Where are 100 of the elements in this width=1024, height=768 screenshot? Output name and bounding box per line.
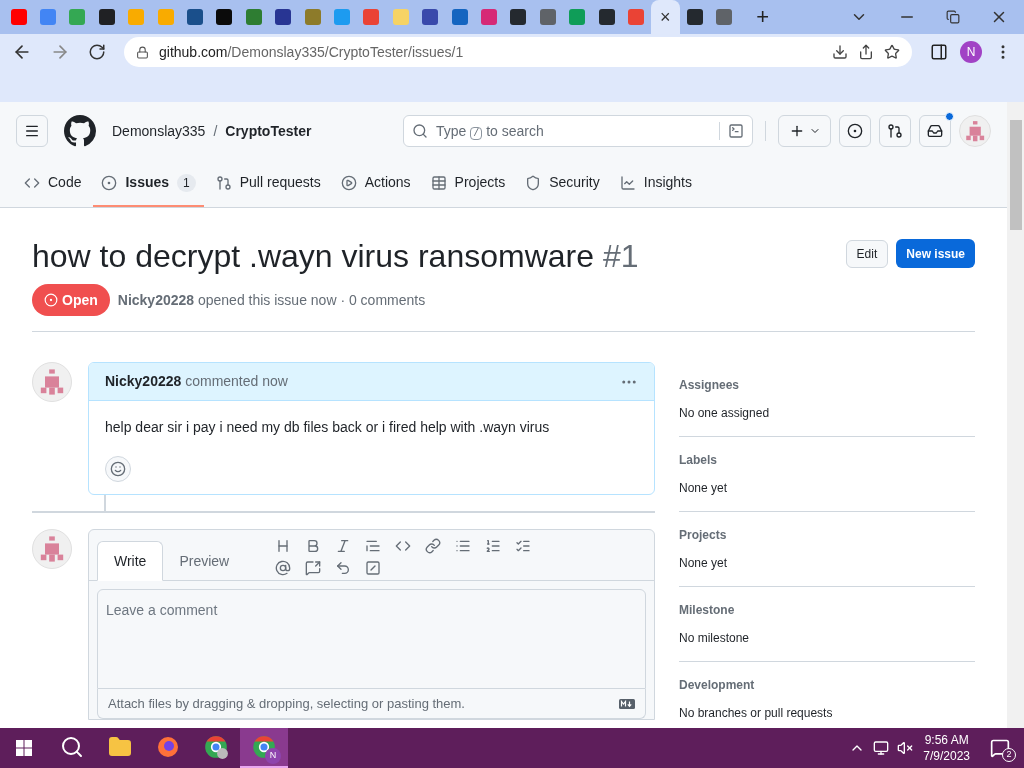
taskbar-app[interactable]: N [240,728,288,768]
issue-meta: Nicky20228 opened this issue now · 0 comments [117,290,426,310]
mention-icon[interactable] [275,560,292,576]
shield-icon [525,174,542,191]
quote-icon[interactable] [365,538,382,554]
sidebar-value: None yet [679,555,729,572]
address-field[interactable]: github.com/Demonslay335/CryptoTester/issues/1 [124,37,912,67]
repo-tab[interactable]: Code [16,160,90,207]
avatar-icon [959,115,991,147]
repo-tab[interactable]: Pull requests [207,160,329,207]
clock[interactable]: 9:56 AM 7/9/2023 [923,732,970,764]
notification-icon[interactable] [990,738,1010,758]
site-icon [392,9,409,25]
restore-icon[interactable] [946,10,960,24]
site-icon [40,9,57,25]
windows-logo-icon [16,740,32,756]
pull-request-icon [887,123,903,139]
site-icon [187,9,204,25]
comment-field[interactable]: Leave a comment [97,589,646,689]
code-icon[interactable] [395,538,412,554]
pull-request-icon [215,174,232,191]
edit-button[interactable]: Edit [845,240,889,268]
browser-tab[interactable]: × [650,0,680,34]
close-tab-glyph[interactable]: × [660,8,671,26]
repo-link[interactable]: CryptoTester [225,120,312,142]
site-icon [480,9,497,25]
share-icon[interactable] [858,44,874,60]
repo-tab[interactable]: Issues 1 [93,160,204,207]
sidebar-heading: Projects [679,527,728,544]
numbered-list-icon[interactable] [485,538,502,554]
link-icon[interactable] [425,538,442,554]
sidebar-heading: Assignees [679,377,741,394]
smiley-icon [110,461,126,477]
issue-title: how to decrypt .wayn virus ransomware #1 [32,237,640,276]
site-icon [363,9,380,25]
scrollbar[interactable] [1007,102,1024,728]
menu-button[interactable] [16,115,48,147]
sidebar-heading: Development [679,677,756,694]
network-icon[interactable] [873,740,890,756]
slash-command-icon[interactable] [365,560,382,576]
reference-icon[interactable] [305,560,322,576]
site-icon [245,9,262,25]
repo-tab[interactable]: Projects [422,160,514,207]
site-icon [510,9,527,25]
issue-icon [847,123,863,139]
site-icon [422,9,439,25]
site-icon [716,9,733,25]
markdown-icon [619,698,635,709]
repo-tab[interactable]: Actions [332,160,419,207]
inbox-button[interactable] [919,115,951,147]
lock-icon [136,45,149,59]
reaction-button[interactable] [105,456,131,482]
reload-icon[interactable] [88,43,106,61]
site-icon [686,9,703,25]
url-text: github.com/Demonslay335/CryptoTester/issues/1 [159,42,465,62]
bookmark-star-icon[interactable] [884,44,900,60]
profile-avatar[interactable]: N [960,41,982,63]
chrome-icon [203,734,229,760]
site-icon [451,9,468,25]
search-icon [412,123,428,139]
issue-icon [101,174,118,191]
attach-hint: Attach files by dragging & dropping, selecting or pasting them. [108,694,466,713]
muted-speaker-icon[interactable] [897,740,914,756]
table-icon [430,174,447,191]
sidebar-value: No branches or pull requests [679,705,834,722]
new-tab-button[interactable]: + [750,6,775,28]
sidebar-heading: Milestone [679,602,736,619]
firefox-icon [156,735,180,759]
bulleted-list-icon[interactable] [455,538,472,554]
search-field[interactable]: Type / to search [403,115,753,147]
owner-link[interactable]: Demonslay335 [112,120,206,142]
site-icon [539,9,556,25]
site-icon [304,9,321,25]
menu-icon [24,123,40,139]
editor-tab[interactable]: Preview [163,541,246,581]
sidebar-value: None yet [679,480,729,497]
search-placeholder: Type / to search [436,121,544,142]
reply-icon[interactable] [335,560,352,576]
editor-tab[interactable]: Write [97,541,164,581]
graph-icon [619,174,636,191]
repo-tab[interactable]: Security [517,160,608,207]
folder-icon [108,735,132,759]
comment-header: Nicky20228 commented now [105,372,289,391]
issues-button[interactable] [839,115,871,147]
create-button[interactable] [778,115,831,147]
side-panel-icon[interactable] [930,43,948,61]
path-separator: / [213,121,218,141]
status-badge: Open [32,284,110,316]
site-icon [98,9,115,25]
profile-badge: N [265,748,281,764]
sidebar-value: No milestone [679,630,751,647]
task-list-icon[interactable] [515,538,532,554]
command-palette-icon[interactable] [728,123,744,139]
install-icon[interactable] [832,44,848,60]
repo-tab[interactable]: Insights [611,160,700,207]
github-logo-icon[interactable] [64,115,96,147]
inbox-icon [927,123,943,139]
avatar-icon [32,362,72,402]
pull-requests-button[interactable] [879,115,911,147]
new-issue-button[interactable]: New issue [896,239,975,268]
